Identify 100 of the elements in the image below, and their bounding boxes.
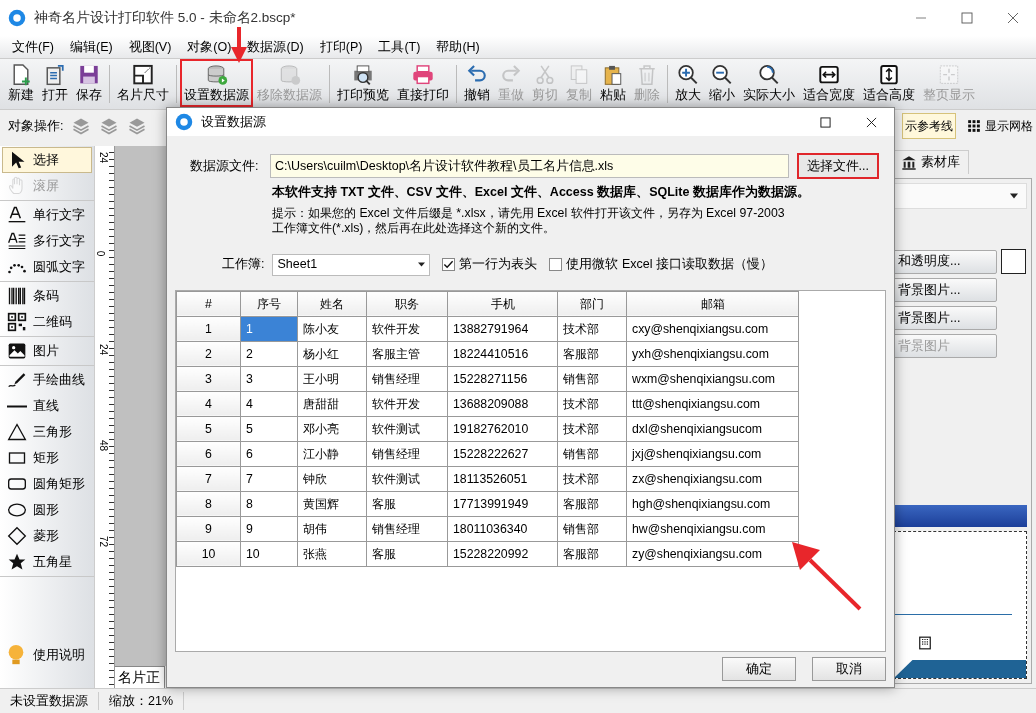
tool-item[interactable]: 圆形 xyxy=(2,497,92,523)
table-cell: 4 xyxy=(240,391,298,417)
caret-icon xyxy=(418,262,426,268)
close-icon xyxy=(1007,12,1019,24)
tool-item[interactable]: 三角形 xyxy=(2,419,92,445)
toolbar-button[interactable]: 实际大小 xyxy=(739,59,799,107)
toolbar-button[interactable]: 名片尺寸 xyxy=(113,59,173,107)
tool-item[interactable]: 五角星 xyxy=(2,549,92,575)
check-icon xyxy=(443,259,455,271)
row-header[interactable]: 4 xyxy=(176,391,241,417)
tool-item[interactable]: 直线 xyxy=(2,393,92,419)
menu-item[interactable]: 数据源(D) xyxy=(239,37,312,57)
menu-item[interactable]: 打印(P) xyxy=(311,37,371,57)
table-cell: 2 xyxy=(240,341,298,367)
field-label: 数据源文件: xyxy=(190,157,260,175)
table-cell: 江小静 xyxy=(297,441,367,467)
row-header[interactable]: 8 xyxy=(176,491,241,517)
choose-file-button[interactable]: 选择文件... xyxy=(796,153,879,179)
row-header[interactable]: 5 xyxy=(176,416,241,442)
annotation-arrow xyxy=(231,27,247,63)
color-swatch[interactable] xyxy=(1001,249,1026,274)
annotation-arrow xyxy=(792,542,862,611)
bank-icon xyxy=(901,154,917,171)
table-cell: 技术部 xyxy=(557,391,627,417)
table-cell: 19182762010 xyxy=(447,416,558,442)
toolbar-button[interactable]: 放大 xyxy=(671,59,705,107)
ruler-label: 72 xyxy=(97,535,111,548)
tool-item[interactable]: 单行文字 xyxy=(2,202,92,228)
column-header[interactable]: 姓名 xyxy=(297,291,367,317)
library-tab[interactable]: 素材库 xyxy=(892,150,969,174)
row-header[interactable]: 10 xyxy=(176,541,241,567)
menu-item[interactable]: 对象(O) xyxy=(179,37,240,57)
panel-button[interactable]: 背景图片... xyxy=(893,306,997,330)
menu-item[interactable]: 帮助(H) xyxy=(428,37,488,57)
tool-item[interactable]: 手绘曲线 xyxy=(2,367,92,393)
toolbar-button[interactable]: 新建 xyxy=(4,59,38,107)
row-header[interactable]: 2 xyxy=(176,341,241,367)
toolbar-button[interactable]: 适合高度 xyxy=(859,59,919,107)
view-toggle[interactable]: 显示网格 xyxy=(964,113,1036,139)
row-header[interactable]: 1 xyxy=(176,316,241,342)
table-cell: 15228220992 xyxy=(447,541,558,567)
workbook-dropdown[interactable]: Sheet1 xyxy=(272,253,431,276)
table-cell: 销售经理 xyxy=(366,441,448,467)
menu-item[interactable]: 文件(F) xyxy=(4,37,62,57)
menu-item[interactable]: 编辑(E) xyxy=(61,37,121,57)
menu-item[interactable]: 工具(T) xyxy=(370,37,429,57)
view-toggle[interactable]: 示参考线 xyxy=(902,113,956,139)
table-cell: zx@shenqixiangsu.com xyxy=(626,466,799,492)
row-header[interactable]: 6 xyxy=(176,441,241,467)
column-header[interactable]: 职务 xyxy=(366,291,448,317)
tool-item[interactable]: 二维码 xyxy=(2,309,92,335)
column-header[interactable]: 邮箱 xyxy=(626,291,799,317)
column-header[interactable]: 部门 xyxy=(557,291,627,317)
tool-item[interactable]: 矩形 xyxy=(2,445,92,471)
checkbox[interactable] xyxy=(442,258,456,272)
table-cell: 15228271156 xyxy=(447,366,558,392)
toolbar-button[interactable]: 撤销 xyxy=(460,59,494,107)
tool-item[interactable]: 多行文字 xyxy=(2,228,92,254)
toolbar-button[interactable]: 打开 xyxy=(38,59,72,107)
tool-item[interactable]: 菱形 xyxy=(2,523,92,549)
toolbar-button[interactable]: 直接打印 xyxy=(393,59,453,107)
menu-item[interactable]: 视图(V) xyxy=(120,37,180,57)
panel-button[interactable]: 和透明度... xyxy=(893,249,997,274)
canvas-tab[interactable]: 名片正 xyxy=(113,666,165,688)
window-title: 神奇名片设计打印软件 5.0 - 未命名2.bscp* xyxy=(34,8,297,27)
table-cell: 技术部 xyxy=(557,316,627,342)
column-header[interactable]: # xyxy=(176,291,241,317)
column-header[interactable]: 手机 xyxy=(447,291,558,317)
table-cell: 17713991949 xyxy=(447,491,558,517)
table-cell: 张燕 xyxy=(297,541,367,567)
table-cell: 10 xyxy=(240,541,298,567)
checkbox[interactable] xyxy=(549,258,563,272)
toolbar-button[interactable]: 打印预览 xyxy=(333,59,393,107)
tool-item[interactable]: 圆弧文字 xyxy=(2,254,92,280)
zoom-in-icon xyxy=(676,63,700,87)
toolbar-button[interactable]: 适合宽度 xyxy=(799,59,859,107)
table-cell: 3 xyxy=(240,366,298,392)
toolbar-button[interactable]: 缩小 xyxy=(705,59,739,107)
tool-item[interactable]: 选择 xyxy=(2,147,92,173)
dialog-button[interactable]: 确定 xyxy=(722,657,796,682)
column-header[interactable]: 序号 xyxy=(240,291,298,317)
diamond-icon xyxy=(7,526,27,546)
table-cell: 客服 xyxy=(366,491,448,517)
row-header[interactable]: 9 xyxy=(176,516,241,542)
row-header[interactable]: 7 xyxy=(176,466,241,492)
object-bar-label: 对象操作: xyxy=(8,117,64,135)
help-button[interactable]: 使用说明 xyxy=(0,638,94,672)
tool-item[interactable]: 条码 xyxy=(2,283,92,309)
row-header[interactable]: 3 xyxy=(176,366,241,392)
dropdown[interactable] xyxy=(893,183,1027,209)
table-cell: 9 xyxy=(240,516,298,542)
toolbar-button[interactable]: 保存 xyxy=(72,59,106,107)
tool-item[interactable]: 圆角矩形 xyxy=(2,471,92,497)
table-cell: 客服部 xyxy=(557,541,627,567)
file-path-field[interactable]: C:\Users\cuilm\Desktop\名片设计软件教程\员工名片信息.xls xyxy=(270,154,789,178)
dialog-button[interactable]: 取消 xyxy=(812,657,886,682)
panel-button[interactable]: 背景图片... xyxy=(893,278,997,302)
toolbar-button[interactable]: 粘贴 xyxy=(596,59,630,107)
table-cell: yxh@shenqixiangsu.com xyxy=(626,341,799,367)
tool-item[interactable]: 图片 xyxy=(2,338,92,364)
